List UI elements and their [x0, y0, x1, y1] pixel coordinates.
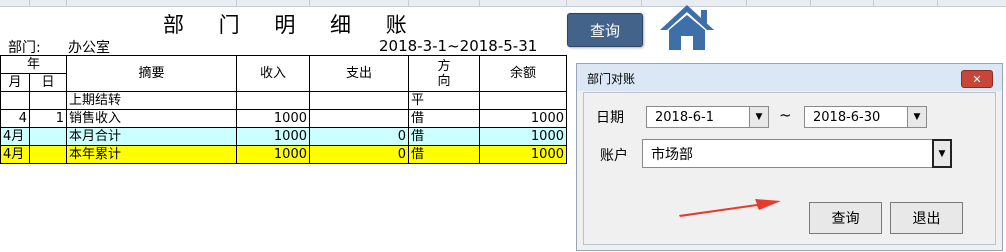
- cell-day[interactable]: [29, 145, 67, 164]
- cell-month[interactable]: 4月: [0, 145, 30, 164]
- cell-month[interactable]: 4: [0, 109, 30, 128]
- header-summary: 摘要: [66, 55, 237, 92]
- cell-income[interactable]: 1000: [236, 127, 310, 146]
- ledger-title: 部 门 明 细 账: [163, 13, 421, 37]
- cell-day[interactable]: 1: [29, 109, 67, 128]
- query-button[interactable]: 查询: [567, 13, 643, 47]
- header-direction: 方 向: [408, 55, 480, 92]
- home-icon[interactable]: [657, 2, 717, 52]
- cell-direction[interactable]: 平: [408, 91, 480, 110]
- exit-button[interactable]: 退出: [890, 202, 963, 234]
- cell-summary[interactable]: 上期结转: [66, 91, 237, 110]
- header-day: 日: [29, 73, 67, 92]
- account-value: 市场部: [651, 146, 693, 163]
- cell-day[interactable]: [29, 91, 67, 110]
- cell-expense[interactable]: 0: [309, 127, 409, 146]
- column-header-strip: [0, 0, 1006, 7]
- account-label: 账户: [600, 148, 628, 164]
- cell-income[interactable]: [236, 91, 310, 110]
- cell-day[interactable]: [29, 127, 67, 146]
- end-date-field[interactable]: 2018-6-30 ▼: [804, 106, 927, 128]
- end-date-value: 2018-6-30: [813, 109, 881, 125]
- header-income: 收入: [236, 55, 310, 92]
- close-icon[interactable]: ✕: [961, 70, 993, 88]
- header-balance: 余额: [479, 55, 567, 92]
- date-label: 日期: [596, 110, 624, 126]
- cell-income[interactable]: 1000: [236, 145, 310, 164]
- cell-month[interactable]: [0, 91, 30, 110]
- department-label: 部门:: [8, 40, 41, 56]
- range-separator: ~: [779, 106, 792, 124]
- cell-summary[interactable]: 销售收入: [66, 109, 237, 128]
- account-combobox[interactable]: 市场部 ▼: [642, 139, 952, 168]
- ledger-table: 年 摘要 收入 支出 方 向 余额 月 日 上期结转 平 4 1 销售收入 10…: [0, 55, 567, 164]
- chevron-down-icon[interactable]: ▼: [907, 106, 927, 128]
- cell-summary[interactable]: 本月合计: [66, 127, 237, 146]
- dialog-body: 日期 2018-6-1 ▼ ~ 2018-6-30 ▼ 账户 市场部 ▼ 查询 …: [583, 92, 996, 245]
- cell-summary[interactable]: 本年累计: [66, 145, 237, 164]
- header-expense: 支出: [309, 55, 409, 92]
- cell-expense[interactable]: [309, 109, 409, 128]
- start-date-value: 2018-6-1: [655, 109, 715, 125]
- chevron-down-icon[interactable]: ▼: [749, 106, 769, 128]
- cell-expense[interactable]: [309, 91, 409, 110]
- department-value: 办公室: [68, 40, 110, 56]
- dialog-title: 部门对账: [587, 72, 636, 86]
- dialog-titlebar[interactable]: 部门对账 ✕: [577, 64, 1002, 91]
- table-row: 4 1 销售收入 1000 借 1000: [0, 109, 567, 128]
- cell-balance[interactable]: 1000: [479, 145, 567, 164]
- header-year: 年: [0, 55, 67, 74]
- cell-balance[interactable]: 1000: [479, 109, 567, 128]
- table-row: 上期结转 平: [0, 91, 567, 110]
- table-row-year-total: 4月 本年累计 1000 0 借 1000: [0, 145, 567, 164]
- header-month: 月: [0, 73, 30, 92]
- cell-balance[interactable]: 1000: [479, 127, 567, 146]
- cell-expense[interactable]: 0: [309, 145, 409, 164]
- cell-income[interactable]: 1000: [236, 109, 310, 128]
- header-direction-line-2: 向: [437, 73, 451, 89]
- cell-balance[interactable]: [479, 91, 567, 110]
- period-range: 2018-3-1~2018-5-31: [379, 37, 538, 55]
- department-reconcile-dialog: 部门对账 ✕ 日期 2018-6-1 ▼ ~ 2018-6-30 ▼ 账户 市场…: [576, 63, 1003, 251]
- cell-direction[interactable]: 借: [408, 127, 480, 146]
- table-row-month-total: 4月 本月合计 1000 0 借 1000: [0, 127, 567, 146]
- arrow-annotation-icon: [679, 199, 781, 217]
- dialog-query-button[interactable]: 查询: [809, 202, 882, 234]
- cell-direction[interactable]: 借: [408, 145, 480, 164]
- cell-direction[interactable]: 借: [408, 109, 480, 128]
- cell-month[interactable]: 4月: [0, 127, 30, 146]
- header-direction-line-1: 方: [437, 58, 451, 74]
- chevron-down-icon[interactable]: ▼: [932, 139, 952, 168]
- start-date-field[interactable]: 2018-6-1 ▼: [646, 106, 769, 128]
